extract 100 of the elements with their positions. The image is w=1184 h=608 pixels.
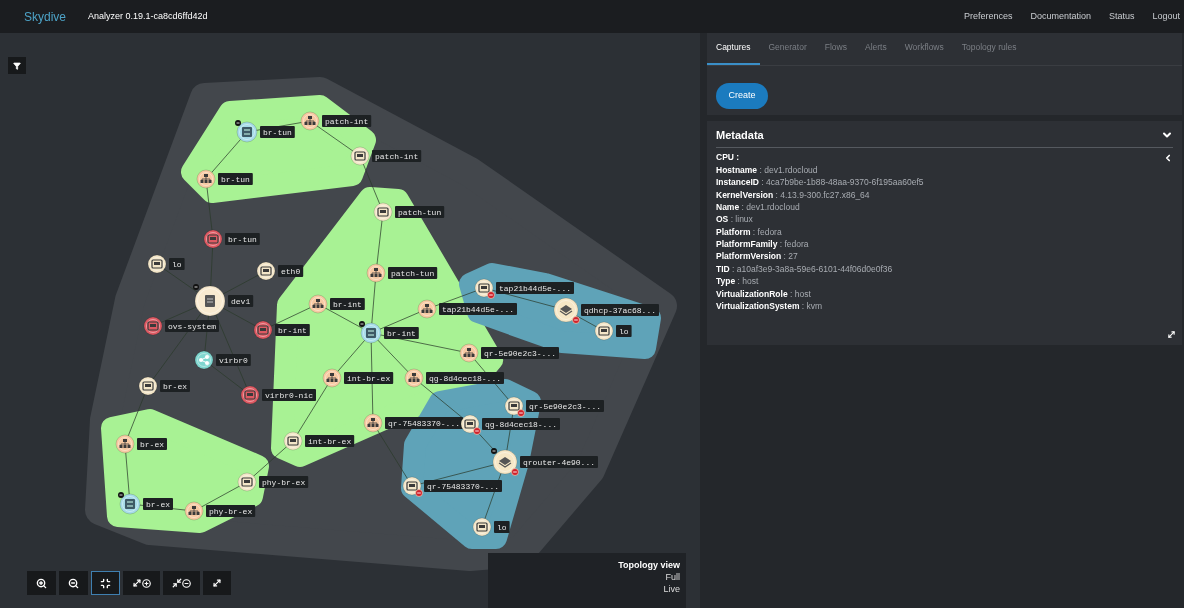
node-label: br-ex xyxy=(160,380,190,392)
bridge-node[interactable] xyxy=(363,413,383,433)
toolbar-button[interactable] xyxy=(27,571,56,595)
host-node[interactable] xyxy=(194,285,226,317)
bridge-node[interactable] xyxy=(417,299,437,319)
interface-node[interactable] xyxy=(143,316,163,336)
metadata-row: OS : linux xyxy=(716,213,753,227)
filter-button[interactable] xyxy=(8,57,26,74)
tab[interactable]: Workflows xyxy=(895,32,953,65)
interface-node[interactable] xyxy=(472,517,492,537)
metadata-row: CPU : xyxy=(716,151,740,165)
tab[interactable]: Generator xyxy=(759,32,816,65)
node-label: qg-8d4cec18-... xyxy=(482,418,560,430)
interface-node[interactable] xyxy=(283,431,303,451)
toolbar-button[interactable] xyxy=(59,571,88,595)
bridge-node[interactable] xyxy=(459,343,479,363)
interface-node[interactable] xyxy=(373,202,393,222)
node-label: phy-br-ex xyxy=(259,476,309,488)
tab[interactable]: Captures xyxy=(707,32,760,65)
metadata-row: Hostname : dev1.rdocloud xyxy=(716,163,818,177)
node-label: br-int xyxy=(330,298,365,310)
tab[interactable]: Alerts xyxy=(856,32,896,65)
collapse-icon[interactable] xyxy=(235,120,241,126)
bridge-node[interactable] xyxy=(300,111,320,131)
view-mode: Live xyxy=(663,583,680,595)
bridge-node[interactable] xyxy=(308,294,328,314)
node-label: eth0 xyxy=(278,265,304,277)
interface-node[interactable] xyxy=(256,261,276,281)
metadata-row: Platform : fedora xyxy=(716,225,782,239)
interface-node[interactable] xyxy=(594,321,614,341)
switch-node[interactable] xyxy=(119,493,141,515)
toolbar-button[interactable] xyxy=(123,571,160,595)
node-label: qr-5e90e2c3-... xyxy=(481,347,559,359)
metadata-row: KernelVersion : 4.13.9-300.fc27.x86_64 xyxy=(716,188,870,202)
node-label: qr-75483370-... xyxy=(385,417,463,429)
nav-link[interactable]: Preferences xyxy=(963,9,1013,24)
metadata-row: Name : dev1.rdocloud xyxy=(716,200,800,214)
interface-node[interactable] xyxy=(203,229,223,249)
collapse-icon[interactable] xyxy=(491,448,497,454)
toolbar-button[interactable] xyxy=(163,571,200,595)
node-label: int-br-ex xyxy=(344,372,394,384)
bridge-node[interactable] xyxy=(196,169,216,189)
node-label: br-int xyxy=(384,327,419,339)
expand-icon xyxy=(132,578,151,588)
namespace-node[interactable] xyxy=(492,449,518,475)
collapse-icon[interactable] xyxy=(359,321,365,327)
node-label: br-ex xyxy=(137,438,167,450)
metadata-row: InstanceID : 4ca7b9be-1b88-48aa-9370-6f195aa60ef5 xyxy=(716,176,924,189)
node-label: lo xyxy=(169,258,185,270)
collapse-all-icon xyxy=(172,578,191,588)
interface-node[interactable] xyxy=(237,472,257,492)
nav-link[interactable]: Documentation xyxy=(1030,9,1091,24)
bridge-node[interactable] xyxy=(184,501,204,521)
node-label: tap21b44d5e-... xyxy=(496,282,574,294)
create-button[interactable]: Create xyxy=(716,82,768,109)
bridge-node[interactable] xyxy=(115,434,135,454)
interface-node[interactable] xyxy=(350,146,370,166)
resize-icon xyxy=(212,578,222,588)
collapse-icon[interactable] xyxy=(118,492,124,498)
metadata-row: VirtualizationSystem : kvm xyxy=(716,300,823,313)
tab[interactable]: Topology rules xyxy=(952,32,1026,65)
node-label: patch-int xyxy=(322,115,372,127)
chevron-left-icon[interactable] xyxy=(1163,152,1173,163)
bridge-node[interactable] xyxy=(404,368,424,388)
nav-link[interactable]: Status xyxy=(1108,9,1135,24)
nav-link[interactable]: Logout xyxy=(1152,9,1180,24)
brand-name[interactable]: Skydive xyxy=(24,7,67,26)
bridge-node[interactable] xyxy=(322,368,342,388)
metadata-row: PlatformFamily : fedora xyxy=(716,238,809,251)
node-label: qr-75483370-... xyxy=(424,480,502,492)
node-label: patch-tun xyxy=(395,206,445,218)
bridge-node[interactable] xyxy=(366,263,386,283)
metadata-row: VirtualizationRole : host xyxy=(716,287,811,301)
switch-node[interactable] xyxy=(236,121,258,143)
node-label: br-tun xyxy=(260,126,295,138)
interface-node[interactable] xyxy=(253,320,273,340)
version-text: Analyzer 0.19.1-ca8cd6ffd42d xyxy=(88,9,208,23)
zoom-in-icon xyxy=(36,577,47,589)
interface-node[interactable] xyxy=(147,254,167,274)
network-node[interactable] xyxy=(194,350,214,370)
metadata-row: PlatformVersion : 27 xyxy=(716,250,798,264)
tab[interactable]: Flows xyxy=(815,32,856,65)
interface-node[interactable] xyxy=(240,385,260,405)
node-label: virbr0-nic xyxy=(262,389,316,401)
zoom-out-icon xyxy=(68,577,79,589)
node-label: br-tun xyxy=(225,233,260,245)
toolbar-button[interactable] xyxy=(203,571,231,595)
resize-icon xyxy=(1167,330,1176,339)
interface-node[interactable] xyxy=(138,376,158,396)
node-label: patch-tun xyxy=(388,267,438,279)
node-label: dev1 xyxy=(228,295,254,307)
node-label: phy-br-ex xyxy=(206,505,256,517)
node-label: br-tun xyxy=(218,173,253,185)
namespace-node[interactable] xyxy=(553,297,579,323)
node-label: lo xyxy=(494,521,510,533)
toolbar-button[interactable] xyxy=(91,571,120,595)
switch-node[interactable] xyxy=(360,322,382,344)
node-label: virbr0 xyxy=(216,354,251,366)
metadata-row: Type : host xyxy=(716,275,759,288)
node-label: qrouter-4e90... xyxy=(520,456,598,468)
